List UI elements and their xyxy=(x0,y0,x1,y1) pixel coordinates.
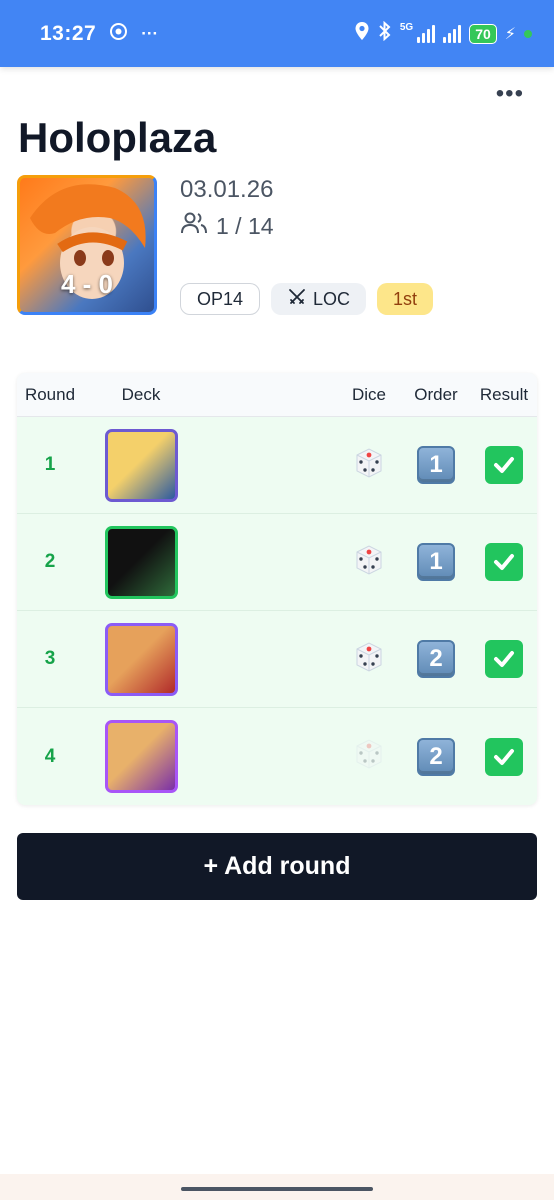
turn-order-keycap-icon: 1 xyxy=(417,543,455,581)
check-mark-icon xyxy=(485,737,523,776)
player-count-text: 1 / 14 xyxy=(216,212,274,239)
table-header: Round Deck Dice Order Result xyxy=(17,373,537,417)
dice-cell[interactable] xyxy=(337,542,401,583)
set-tag: OP14 xyxy=(180,283,261,315)
column-header-result: Result xyxy=(479,384,529,404)
order-cell[interactable]: 1 xyxy=(401,446,471,484)
status-left: 13:27 ··· xyxy=(40,22,158,46)
round-number: 1 xyxy=(44,454,56,475)
result-cell[interactable] xyxy=(471,640,537,678)
users-icon xyxy=(180,211,208,241)
location-icon xyxy=(354,21,370,46)
deck-cell xyxy=(83,622,199,696)
battery-indicator: 70 xyxy=(469,23,497,44)
status-bar: 13:27 ··· 5G 70 ⚡ xyxy=(0,0,554,67)
round-number: 3 xyxy=(44,648,56,669)
turn-order-keycap-icon: 1 xyxy=(417,446,455,484)
dice-cell[interactable] xyxy=(337,736,401,777)
event-date: 03.01.26 xyxy=(180,176,274,203)
bluetooth-icon xyxy=(378,20,392,46)
round-number: 4 xyxy=(44,745,56,767)
deck-cell xyxy=(83,428,199,502)
placement-tag-label: 1st xyxy=(393,288,418,309)
round-number: 2 xyxy=(44,551,56,572)
event-score: 4 - 0 xyxy=(60,269,114,299)
result-cell[interactable] xyxy=(471,446,537,484)
result-cell[interactable] xyxy=(471,543,537,581)
dice-icon xyxy=(351,641,387,679)
table-row[interactable]: 21 xyxy=(17,514,537,611)
column-header-deck: Deck xyxy=(121,384,161,404)
dice-icon xyxy=(351,739,387,776)
set-tag-label: OP14 xyxy=(197,288,244,309)
placement-tag: 1st xyxy=(377,283,434,315)
status-right: 5G 70 ⚡ xyxy=(354,20,532,46)
dice-icon xyxy=(351,544,387,582)
privacy-dot-icon xyxy=(524,29,532,38)
order-cell[interactable]: 2 xyxy=(401,737,471,776)
dice-cell[interactable] xyxy=(337,639,401,680)
order-cell[interactable]: 1 xyxy=(401,543,471,581)
result-cell[interactable] xyxy=(471,737,537,776)
add-round-button[interactable]: + Add round xyxy=(17,833,537,900)
dice-icon xyxy=(351,447,387,485)
column-header-order: Order xyxy=(414,384,458,404)
charging-icon: ⚡ xyxy=(504,25,516,43)
deck-leader-image[interactable] xyxy=(104,428,178,502)
column-header-dice: Dice xyxy=(351,384,386,404)
event-leader-avatar: 4 - 0 xyxy=(17,175,157,315)
rounds-table: Round Deck Dice Order Result 11213242 xyxy=(17,373,537,805)
turn-order-keycap-icon: 2 xyxy=(417,640,455,678)
check-mark-icon xyxy=(485,446,523,484)
column-header-round: Round xyxy=(24,384,76,404)
player-count: 1 / 14 xyxy=(180,211,274,241)
format-tag-label: LOC xyxy=(313,288,351,309)
table-row[interactable]: 32 xyxy=(17,611,537,708)
deck-leader-image[interactable] xyxy=(104,622,178,696)
check-mark-icon xyxy=(485,543,523,581)
page-title: Holoplaza xyxy=(18,114,217,161)
turn-order-keycap-icon: 2 xyxy=(417,737,455,776)
home-indicator[interactable] xyxy=(181,1187,373,1191)
more-notifications-icon: ··· xyxy=(141,23,159,43)
format-tag: LOC xyxy=(271,283,367,315)
deck-cell xyxy=(83,720,199,793)
network-type: 5G xyxy=(399,22,414,33)
table-row[interactable]: 42 xyxy=(17,708,537,805)
deck-leader-image[interactable] xyxy=(104,720,178,793)
status-time: 13:27 xyxy=(40,21,97,45)
signal-icon-secondary xyxy=(443,24,462,43)
check-mark-icon xyxy=(485,640,523,678)
table-row[interactable]: 11 xyxy=(17,417,537,514)
dice-cell[interactable] xyxy=(337,445,401,486)
order-cell[interactable]: 2 xyxy=(401,640,471,678)
chrome-icon xyxy=(110,22,128,45)
deck-cell xyxy=(83,525,199,599)
crossed-swords-icon xyxy=(287,287,307,312)
signal-icon xyxy=(417,24,436,43)
more-options-icon[interactable]: ••• xyxy=(496,82,524,106)
event-tags: OP14 LOC 1st xyxy=(180,283,434,315)
deck-leader-image[interactable] xyxy=(104,525,178,599)
